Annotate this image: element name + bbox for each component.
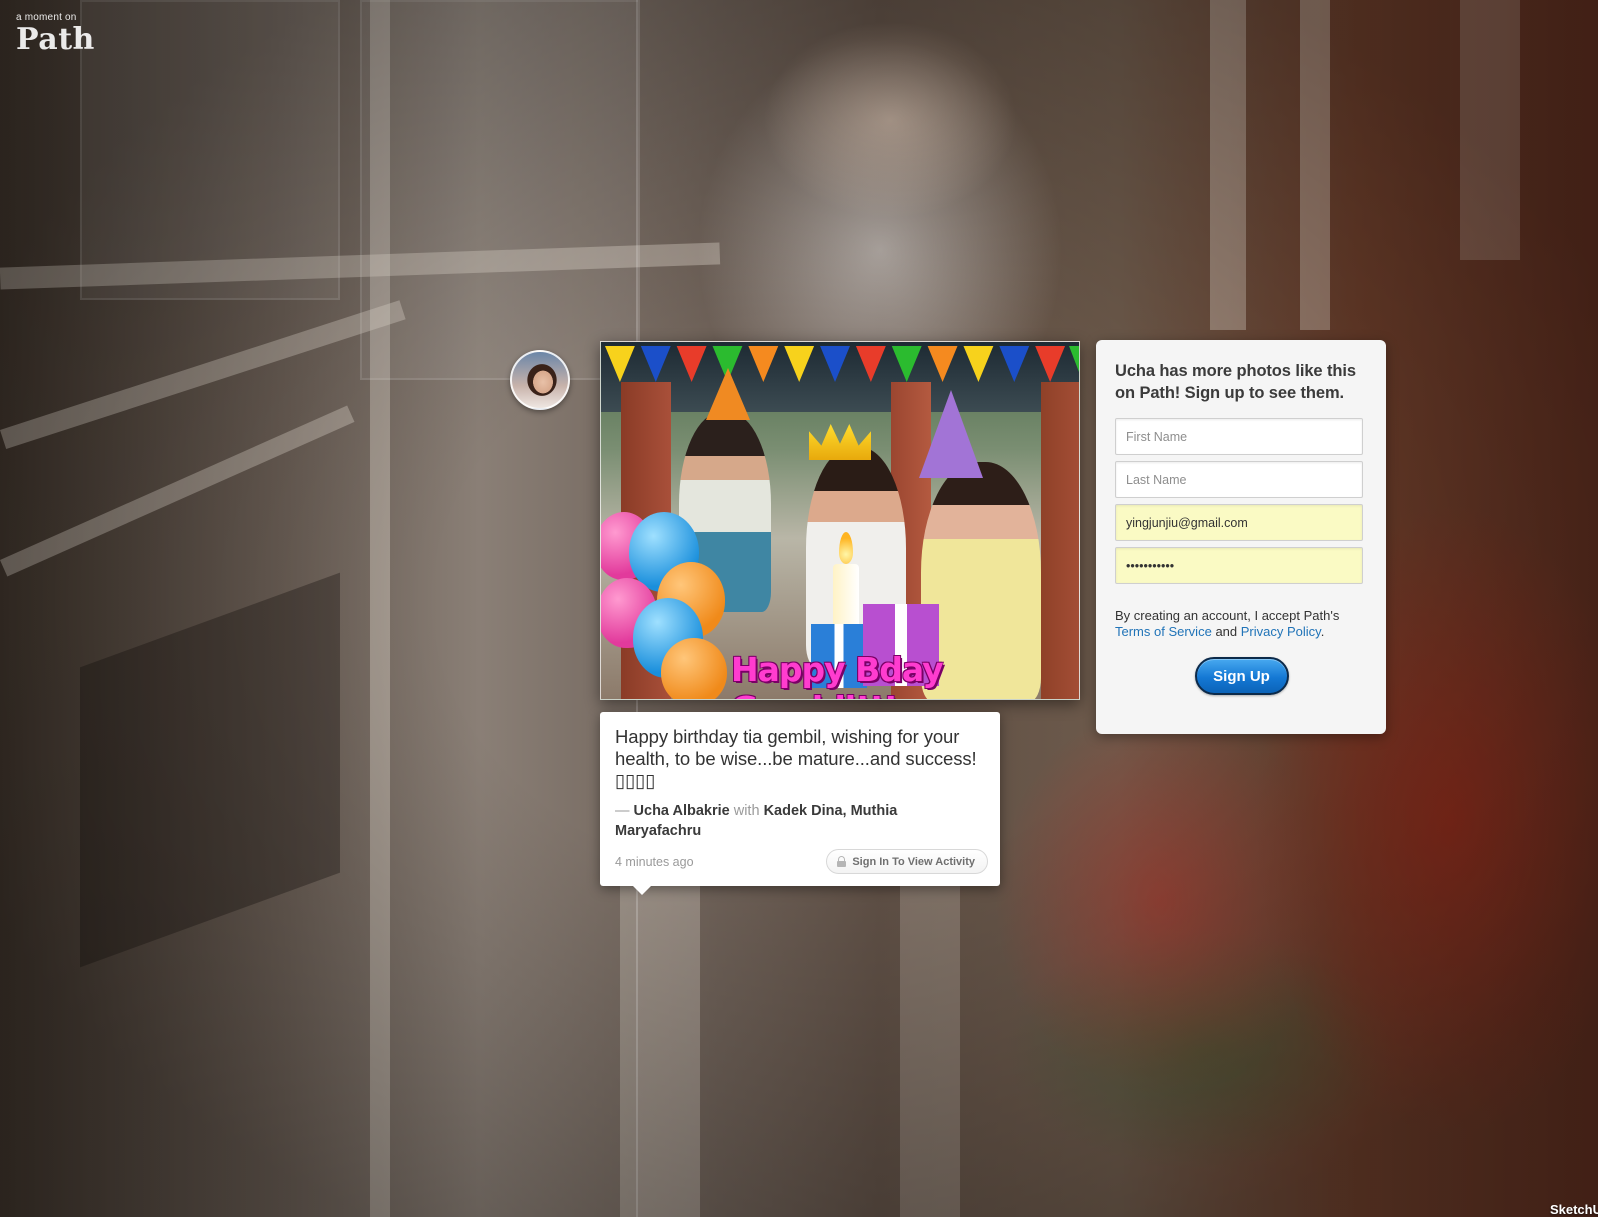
with-label: with xyxy=(733,803,760,819)
photo-caption: Happy Bday Gembil!!! xyxy=(731,650,944,699)
terms-of-service-link[interactable]: Terms of Service xyxy=(1115,624,1212,639)
watermark: SketchU xyxy=(1549,1202,1598,1217)
privacy-policy-link[interactable]: Privacy Policy xyxy=(1241,624,1321,639)
terms-period: . xyxy=(1320,624,1325,639)
sign-up-button[interactable]: Sign Up xyxy=(1194,657,1289,695)
first-name-field[interactable] xyxy=(1115,418,1363,455)
balloon-sticker xyxy=(661,638,727,699)
signup-panel: Ucha has more photos like this on Path! … xyxy=(1096,340,1386,734)
last-name-field[interactable] xyxy=(1115,461,1363,498)
path-logo[interactable]: a moment on Path xyxy=(16,12,95,57)
terms-and: and xyxy=(1215,624,1238,639)
moment-text: Happy birthday tia gembil, wishing for y… xyxy=(615,726,977,791)
password-field[interactable] xyxy=(1115,547,1363,584)
signup-heading: Ucha has more photos like this on Path! … xyxy=(1115,362,1356,402)
moment-byline: — Ucha Albakrie with Kadek Dina, Muthia … xyxy=(615,801,985,841)
party-hat-sticker xyxy=(706,368,750,420)
moment-timestamp: 4 minutes ago xyxy=(615,855,694,869)
author-avatar[interactable] xyxy=(510,350,570,410)
crown-sticker xyxy=(809,424,871,460)
party-hat-sticker xyxy=(919,390,983,478)
terms-text: By creating an account, I accept Path's … xyxy=(1115,608,1368,640)
lock-icon xyxy=(837,856,847,867)
moment-card: Happy birthday tia gembil, wishing for y… xyxy=(600,712,1000,895)
byline-dash: — xyxy=(615,803,630,819)
author-name[interactable]: Ucha Albakrie xyxy=(634,803,730,819)
moment-photo[interactable]: Happy Bday Gembil!!! xyxy=(600,341,1080,700)
bunting-decoration xyxy=(604,346,1079,382)
email-field[interactable] xyxy=(1115,504,1363,541)
view-activity-label: Sign In To View Activity xyxy=(852,855,975,868)
terms-prefix: By creating an account, I accept Path's xyxy=(1115,608,1340,623)
logo-wordmark: Path xyxy=(16,22,95,57)
view-activity-button[interactable]: Sign In To View Activity xyxy=(826,849,988,874)
